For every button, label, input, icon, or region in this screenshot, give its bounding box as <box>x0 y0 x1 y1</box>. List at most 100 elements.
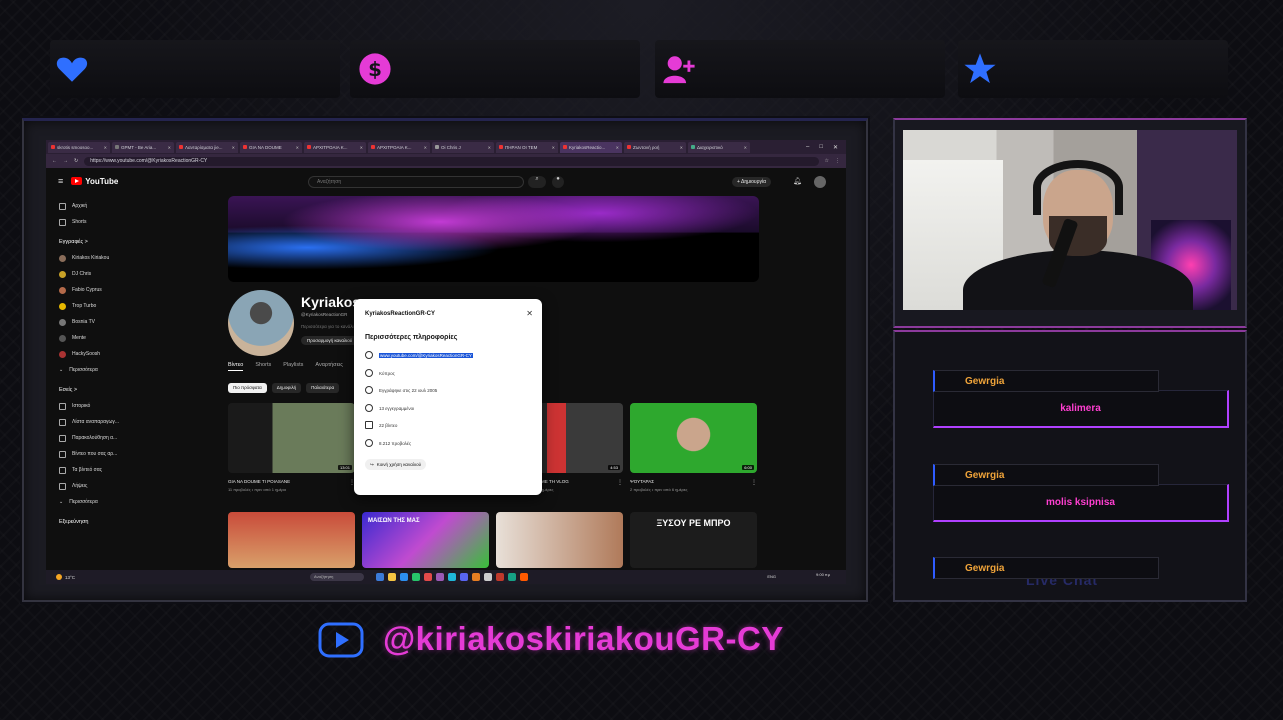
browser-tab[interactable]: APXITPOAIA K... ✕ <box>304 141 366 153</box>
browser-tab-active[interactable]: KyriakosReactio... ✕ <box>560 141 622 153</box>
channel-description-link[interactable]: Περισσότερα για το κανάλι <box>301 324 353 329</box>
customize-channel-button[interactable]: Προσαρμογή καναλιού <box>301 336 359 345</box>
clock[interactable]: 9:00 πμ <box>816 572 830 577</box>
sidebar-item-history[interactable]: Ιστορικό <box>56 398 136 414</box>
sidebar-item-subscription[interactable]: Fabio Cyprus <box>56 282 136 298</box>
bookmark-star-icon[interactable]: ☆ <box>825 158 829 164</box>
sidebar-item-watch-later[interactable]: Παρακολούθηση α... <box>56 430 136 446</box>
browser-tab[interactable]: Λανταρίσματα jie... ✕ <box>176 141 238 153</box>
sidebar-item-downloads[interactable]: Λήψεις <box>56 478 136 494</box>
video-title[interactable]: ΨΟΥΤΑΡΑΣ <box>630 479 757 485</box>
close-icon[interactable]: ✕ <box>104 145 107 150</box>
browser-tab[interactable]: Oi Chris J ✕ <box>432 141 494 153</box>
back-icon[interactable]: ← <box>52 158 57 164</box>
chip-popular[interactable]: Δημοφιλή <box>271 383 302 393</box>
close-icon[interactable]: ✕ <box>526 309 533 318</box>
video-thumbnail[interactable] <box>496 512 623 568</box>
sidebar-item-more[interactable]: ⌄ Περισσότερα <box>56 494 136 510</box>
search-input[interactable]: Αναζήτηση <box>308 176 524 188</box>
close-window-icon[interactable]: ✕ <box>833 144 838 151</box>
app-icon[interactable] <box>496 573 504 581</box>
app-icon[interactable] <box>436 573 444 581</box>
you-heading[interactable]: Εσείς > <box>56 382 136 398</box>
tab-playlists[interactable]: Playlists <box>283 362 303 371</box>
app-icon[interactable] <box>424 573 432 581</box>
maximize-icon[interactable]: □ <box>819 144 823 151</box>
minimize-icon[interactable]: – <box>806 144 809 151</box>
search-icon[interactable]: ⌕ <box>528 176 546 188</box>
close-icon[interactable]: ✕ <box>552 145 555 150</box>
forward-icon[interactable]: → <box>63 158 68 164</box>
create-button[interactable]: + Δημιουργία <box>732 177 772 187</box>
folder-icon[interactable] <box>388 573 396 581</box>
url-field[interactable]: https://www.youtube.com/@KyriakosReactio… <box>84 156 819 166</box>
close-icon[interactable]: ✕ <box>616 145 619 150</box>
reload-icon[interactable]: ↻ <box>74 158 78 164</box>
channel-link[interactable]: www.youtube.com/@KyriakosReactionGR-CY <box>379 352 473 358</box>
sidebar-item-subscription[interactable]: Mente <box>56 330 136 346</box>
app-icon[interactable] <box>472 573 480 581</box>
tab-posts[interactable]: Αναρτήσεις <box>315 362 343 371</box>
sidebar-item-liked[interactable]: Βίντεο που σας αρ... <box>56 446 136 462</box>
menu-icon[interactable]: ≡ <box>58 176 63 186</box>
video-thumbnail[interactable]: 6:00 <box>630 403 757 473</box>
video-card[interactable] <box>228 512 355 568</box>
close-icon[interactable]: ✕ <box>424 145 427 150</box>
taskbar-search[interactable]: Αναζήτηση <box>310 573 364 581</box>
sidebar-item-shorts[interactable]: Shorts <box>56 214 136 230</box>
weather-widget[interactable]: 13°C <box>56 574 75 580</box>
more-options-icon[interactable]: ⋮ <box>617 479 623 486</box>
sidebar-item-subscription[interactable]: HackySoosh <box>56 346 136 362</box>
app-icon[interactable] <box>400 573 408 581</box>
close-icon[interactable]: ✕ <box>680 145 683 150</box>
video-card[interactable]: ΞΥΣΟΥ ΡΕ ΜΠΡΟ <box>630 512 757 568</box>
close-icon[interactable]: ✕ <box>488 145 491 150</box>
tab-videos[interactable]: Βίντεο <box>228 362 244 371</box>
sidebar-item-subscription[interactable]: Kiriakos Kiriakou <box>56 250 136 266</box>
video-thumbnail[interactable]: ΞΥΣΟΥ ΡΕ ΜΠΡΟ <box>630 512 757 568</box>
share-channel-button[interactable]: ↪ Κοινή χρήση καναλιού <box>365 459 427 470</box>
app-icon[interactable] <box>520 573 528 581</box>
sidebar-item-subscription[interactable]: DJ Chris <box>56 266 136 282</box>
bell-icon[interactable]: 🔔︎ <box>793 177 802 185</box>
browser-tab[interactable]: Ζωντανή ροή ✕ <box>624 141 686 153</box>
close-icon[interactable]: ✕ <box>744 145 747 150</box>
browser-tab[interactable]: APXITPOAIA K... ✕ <box>368 141 430 153</box>
browser-tab[interactable]: Διαχειριστικό ✕ <box>688 141 750 153</box>
app-icon[interactable] <box>508 573 516 581</box>
language-indicator[interactable]: ENG <box>767 574 776 579</box>
browser-tab[interactable]: skrotis smoosoo... ✕ <box>48 141 110 153</box>
app-icon[interactable] <box>448 573 456 581</box>
tab-shorts[interactable]: Shorts <box>255 362 271 371</box>
app-icon[interactable] <box>460 573 468 581</box>
more-options-icon[interactable]: ⋮ <box>751 479 757 486</box>
browser-tab[interactable]: GIA NA DOUME ✕ <box>240 141 302 153</box>
avatar[interactable] <box>814 176 826 188</box>
mic-icon[interactable]: ● <box>552 176 564 188</box>
video-card[interactable] <box>496 512 623 568</box>
close-icon[interactable]: ✕ <box>360 145 363 150</box>
youtube-logo[interactable]: YouTube <box>71 177 118 186</box>
chip-oldest[interactable]: Παλαιότερα <box>306 383 340 393</box>
video-thumbnail[interactable] <box>228 512 355 568</box>
video-card[interactable]: ΜΑΙΣΩΝ ΤΗΣ ΜΑΣ <box>362 512 489 568</box>
subscriptions-heading[interactable]: Εγγραφές > <box>56 234 136 250</box>
video-title[interactable]: GIA NA DOUME TI POIASANE <box>228 479 355 485</box>
app-icon[interactable] <box>412 573 420 581</box>
app-icon[interactable] <box>484 573 492 581</box>
extensions-icon[interactable]: ⋮ <box>835 158 840 164</box>
chip-latest[interactable]: Πιο πρόσφατα <box>228 383 267 393</box>
sidebar-item-subscription[interactable]: Trop Turbo <box>56 298 136 314</box>
video-thumbnail[interactable]: 13:01 <box>228 403 355 473</box>
app-icon[interactable] <box>376 573 384 581</box>
sidebar-item-your-videos[interactable]: Τα βίντεό σας <box>56 462 136 478</box>
video-card[interactable]: 13:01 GIA NA DOUME TI POIASANE 11 προβολ… <box>228 403 355 492</box>
video-card[interactable]: 6:00 ΨΟΥΤΑΡΑΣ 2 προβολές • πριν από 6 ημ… <box>630 403 757 492</box>
browser-tab[interactable]: ПНРAN OI TEM ✕ <box>496 141 558 153</box>
browser-tab[interactable]: GPMT - Be Aria... ✕ <box>112 141 174 153</box>
close-icon[interactable]: ✕ <box>232 145 235 150</box>
close-icon[interactable]: ✕ <box>296 145 299 150</box>
sidebar-item-more[interactable]: ⌄ Περισσότερα <box>56 362 136 378</box>
close-icon[interactable]: ✕ <box>168 145 171 150</box>
video-thumbnail[interactable]: ΜΑΙΣΩΝ ΤΗΣ ΜΑΣ <box>362 512 489 568</box>
